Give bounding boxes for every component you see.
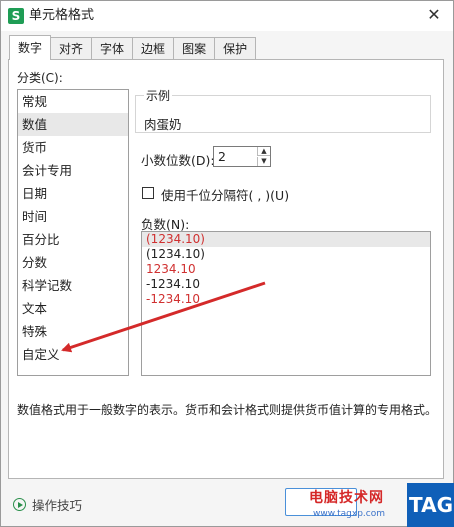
tips-label: 操作技巧: [32, 498, 83, 513]
sample-group: 示例 肉蛋奶: [135, 87, 431, 133]
thousands-separator-checkbox[interactable]: [142, 187, 154, 199]
tips-link[interactable]: 操作技巧: [13, 495, 82, 514]
thousands-separator-label[interactable]: 使用千位分隔符( , )(U): [161, 185, 289, 204]
category-item-special[interactable]: 特殊: [18, 320, 128, 343]
negative-item[interactable]: 1234.10: [142, 262, 430, 277]
tab-pattern[interactable]: 图案: [173, 37, 216, 60]
format-description: 数值格式用于一般数字的表示。货币和会计格式则提供货币值计算的专用格式。: [17, 403, 438, 417]
tab-number[interactable]: 数字: [9, 35, 52, 60]
tab-bar: 数字 对齐 字体 边框 图案 保护: [9, 35, 257, 60]
stepper-up-icon[interactable]: ▲: [257, 147, 270, 156]
negative-item[interactable]: -1234.10: [142, 292, 430, 307]
category-item-number[interactable]: 数值: [18, 113, 128, 136]
dialog-title: 单元格格式: [29, 8, 95, 23]
tab-alignment[interactable]: 对齐: [50, 37, 93, 60]
close-icon[interactable]: ✕: [425, 6, 443, 24]
stepper-down-icon[interactable]: ▼: [257, 157, 270, 166]
decimal-places-stepper[interactable]: 2 ▲ ▼: [213, 146, 271, 167]
negative-item[interactable]: -1234.10: [142, 277, 430, 292]
play-circle-icon: [13, 498, 26, 511]
category-item-time[interactable]: 时间: [18, 205, 128, 228]
category-list[interactable]: 常规 数值 货币 会计专用 日期 时间 百分比 分数 科学记数 文本 特殊 自定…: [17, 89, 129, 376]
negative-item[interactable]: (1234.10): [142, 247, 430, 262]
category-item-accounting[interactable]: 会计专用: [18, 159, 128, 182]
category-item-text[interactable]: 文本: [18, 297, 128, 320]
tab-font[interactable]: 字体: [91, 37, 134, 60]
category-item-percentage[interactable]: 百分比: [18, 228, 128, 251]
negative-item[interactable]: (1234.10): [142, 232, 430, 247]
decimal-places-value: 2: [218, 149, 226, 164]
sample-title: 示例: [144, 87, 173, 104]
decimal-places-label: 小数位数(D):: [141, 153, 215, 168]
watermark-url: www.tagxp.com: [313, 509, 385, 519]
tag-logo: TAG: [407, 483, 454, 527]
category-item-date[interactable]: 日期: [18, 182, 128, 205]
sample-value: 肉蛋奶: [144, 117, 182, 132]
category-label: 分类(C):: [17, 71, 63, 85]
category-item-general[interactable]: 常规: [18, 90, 128, 113]
site-watermark: 电脑技术网 www.tagxp.com TAG: [301, 479, 454, 527]
category-item-scientific[interactable]: 科学记数: [18, 274, 128, 297]
category-item-currency[interactable]: 货币: [18, 136, 128, 159]
tab-protection[interactable]: 保护: [214, 37, 257, 60]
format-cells-dialog: S 单元格格式 ✕ 数字 对齐 字体 边框 图案 保护 分类(C): 常规 数值…: [0, 0, 454, 527]
watermark-site-name: 电脑技术网: [309, 490, 384, 506]
category-item-custom[interactable]: 自定义: [18, 343, 128, 366]
title-bar: S 单元格格式 ✕: [1, 1, 453, 31]
number-panel: 分类(C): 常规 数值 货币 会计专用 日期 时间 百分比 分数 科学记数 文…: [8, 59, 444, 479]
app-icon: S: [8, 8, 24, 24]
tab-border[interactable]: 边框: [132, 37, 175, 60]
category-item-fraction[interactable]: 分数: [18, 251, 128, 274]
negative-numbers-list[interactable]: (1234.10) (1234.10) 1234.10 -1234.10 -12…: [141, 231, 431, 376]
